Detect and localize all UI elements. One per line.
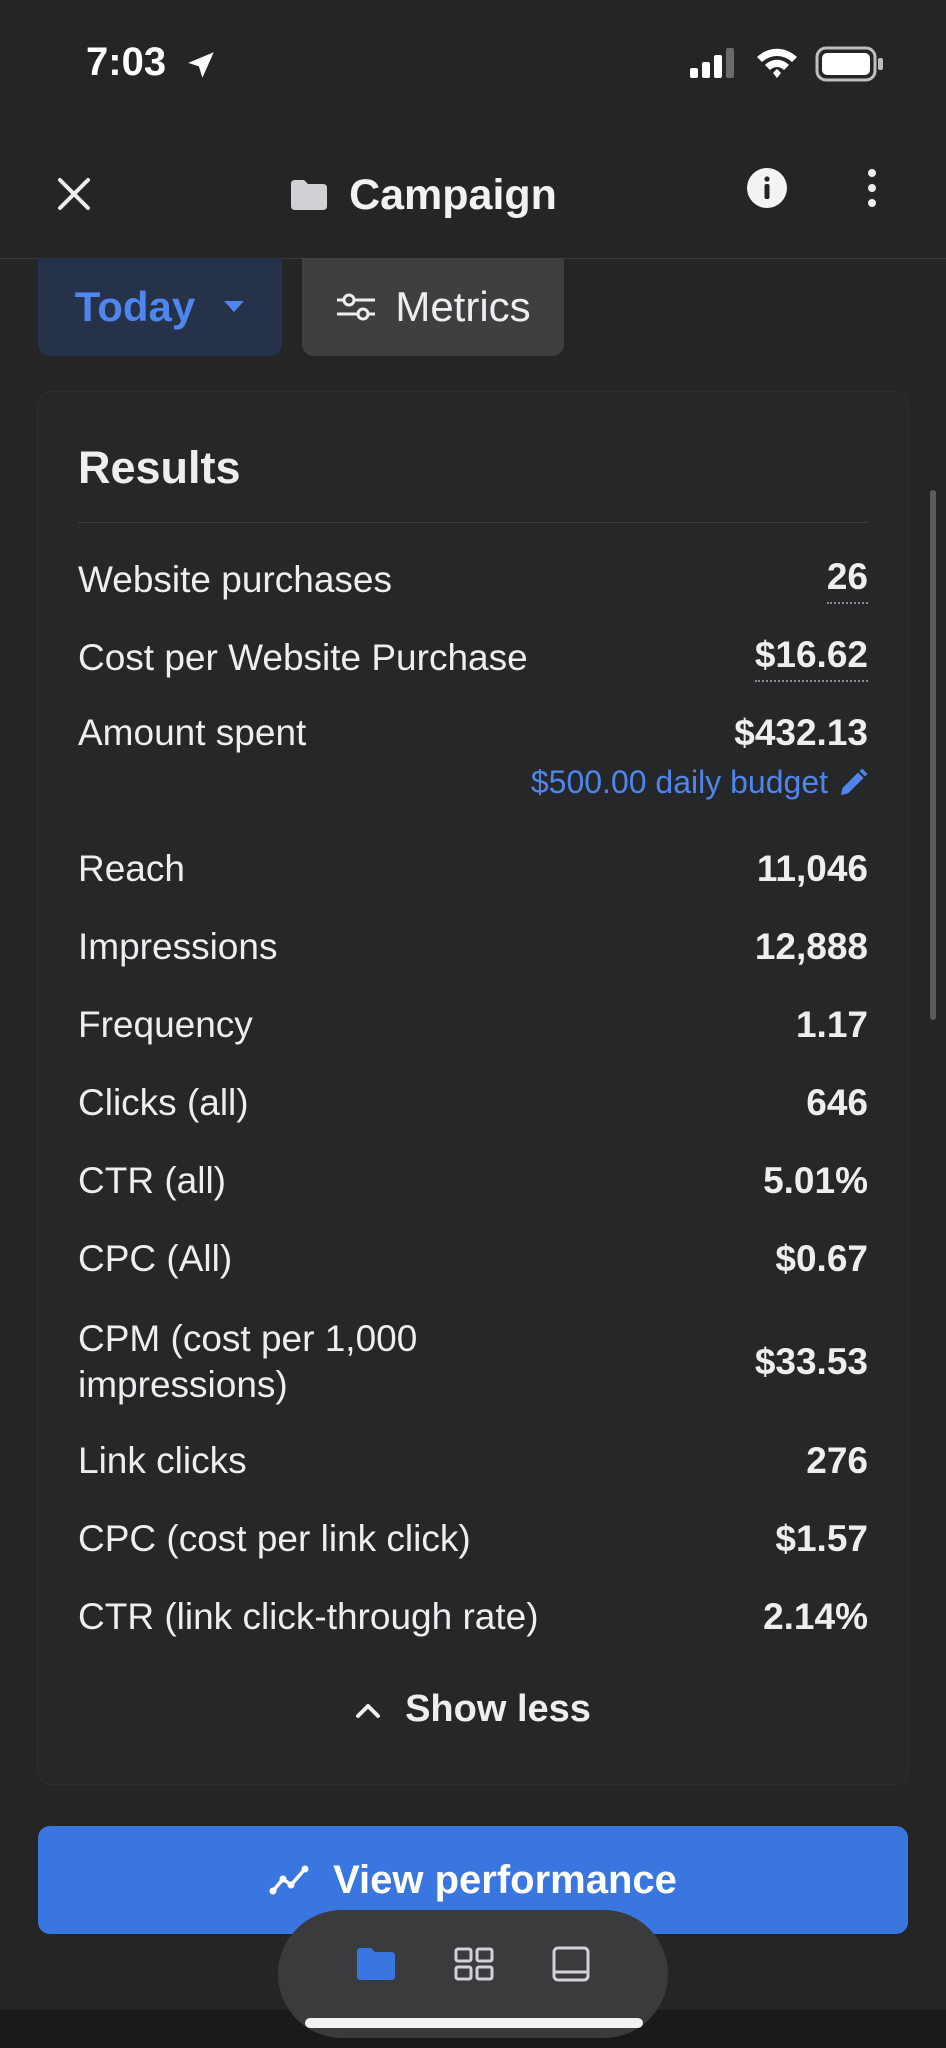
metric-label: Reach	[78, 848, 185, 889]
metric-value: 2.14%	[763, 1596, 868, 1637]
cellular-signal-icon	[690, 48, 734, 78]
metrics-button[interactable]: Metrics	[302, 258, 564, 356]
folder-icon	[291, 180, 328, 210]
trend-line-icon	[269, 1865, 309, 1895]
metric-label: Clicks (all)	[78, 1082, 249, 1123]
metric-label: Website purchases	[78, 559, 392, 600]
metric-label: CPC (cost per link click)	[78, 1518, 471, 1559]
metric-row-reach: Reach 11,046	[78, 848, 868, 890]
metric-row-amount-spent: Amount spent $432.13	[78, 712, 868, 754]
metric-row-cpc-link: CPC (cost per link click) $1.57	[78, 1518, 868, 1560]
filter-bar: Today Metrics	[38, 258, 564, 356]
folder-icon[interactable]	[355, 1946, 397, 1982]
results-card: Results Website purchases 26 Cost per We…	[38, 392, 908, 1784]
metric-value: $432.13	[734, 712, 868, 753]
metric-value: $1.57	[775, 1518, 868, 1559]
info-icon[interactable]	[745, 166, 789, 210]
grid-icon[interactable]	[453, 1946, 495, 1982]
metric-row-cost-per-purchase: Cost per Website Purchase $16.62	[78, 634, 868, 682]
metric-row-frequency: Frequency 1.17	[78, 1004, 868, 1046]
metric-row-link-clicks: Link clicks 276	[78, 1440, 868, 1482]
show-less-button[interactable]: Show less	[38, 1688, 908, 1731]
caret-down-icon	[224, 301, 245, 312]
tablet-icon[interactable]	[551, 1946, 591, 1982]
view-performance-label: View performance	[333, 1857, 677, 1902]
divider	[78, 522, 868, 523]
metric-label: CTR (link click-through rate)	[78, 1596, 539, 1637]
status-bar: 7:03	[0, 0, 946, 130]
metric-value[interactable]: $16.62	[754, 634, 868, 682]
metrics-label: Metrics	[395, 283, 531, 330]
metric-value: $33.53	[754, 1341, 868, 1382]
metric-value: 11,046	[756, 848, 868, 889]
metric-label: CPC (All)	[78, 1238, 233, 1279]
metric-label: Cost per Website Purchase	[78, 637, 528, 678]
metric-value: $0.67	[775, 1238, 868, 1279]
pencil-icon	[841, 768, 868, 795]
date-range-label: Today	[74, 283, 196, 330]
metric-label: Frequency	[78, 1004, 253, 1045]
date-range-dropdown[interactable]: Today	[38, 258, 282, 356]
show-less-label: Show less	[405, 1688, 591, 1730]
metric-value: 646	[806, 1082, 868, 1123]
results-title: Results	[78, 442, 241, 493]
page-title: Campaign	[349, 170, 557, 219]
metric-label: CPM (cost per 1,000 impressions)	[78, 1318, 418, 1405]
metric-row-cpc-all: CPC (All) $0.67	[78, 1238, 868, 1280]
nav-header: Campaign	[0, 130, 946, 259]
metric-label: Link clicks	[78, 1440, 247, 1481]
more-options-icon[interactable]	[860, 164, 884, 212]
metric-row-cpm: CPM (cost per 1,000 impressions) $33.53	[78, 1316, 868, 1408]
wifi-icon	[757, 48, 797, 78]
home-indicator	[305, 2018, 643, 2028]
metric-row-ctr-link: CTR (link click-through rate) 2.14%	[78, 1596, 868, 1638]
status-time: 7:03	[86, 40, 167, 84]
metric-value: 12,888	[754, 926, 868, 967]
metric-label: CTR (all)	[78, 1160, 226, 1201]
metric-row-website-purchases: Website purchases 26	[78, 556, 868, 604]
location-arrow-icon	[188, 52, 214, 78]
metric-label: Amount spent	[78, 712, 307, 753]
metric-row-impressions: Impressions 12,888	[78, 926, 868, 968]
metric-row-ctr-all: CTR (all) 5.01%	[78, 1160, 868, 1202]
metric-row-clicks-all: Clicks (all) 646	[78, 1082, 868, 1124]
metric-value: 276	[806, 1440, 868, 1481]
metric-value[interactable]: 26	[826, 556, 868, 604]
chevron-up-icon	[356, 1703, 381, 1718]
metric-label: Impressions	[78, 926, 278, 967]
metric-value: 1.17	[795, 1004, 868, 1045]
sliders-icon	[337, 293, 376, 321]
metric-value: 5.01%	[763, 1160, 868, 1201]
battery-icon	[815, 46, 883, 82]
daily-budget-text: $500.00 daily budget	[530, 764, 828, 800]
daily-budget-link[interactable]: $500.00 daily budget	[531, 764, 868, 801]
scrollbar[interactable]	[930, 490, 936, 1020]
